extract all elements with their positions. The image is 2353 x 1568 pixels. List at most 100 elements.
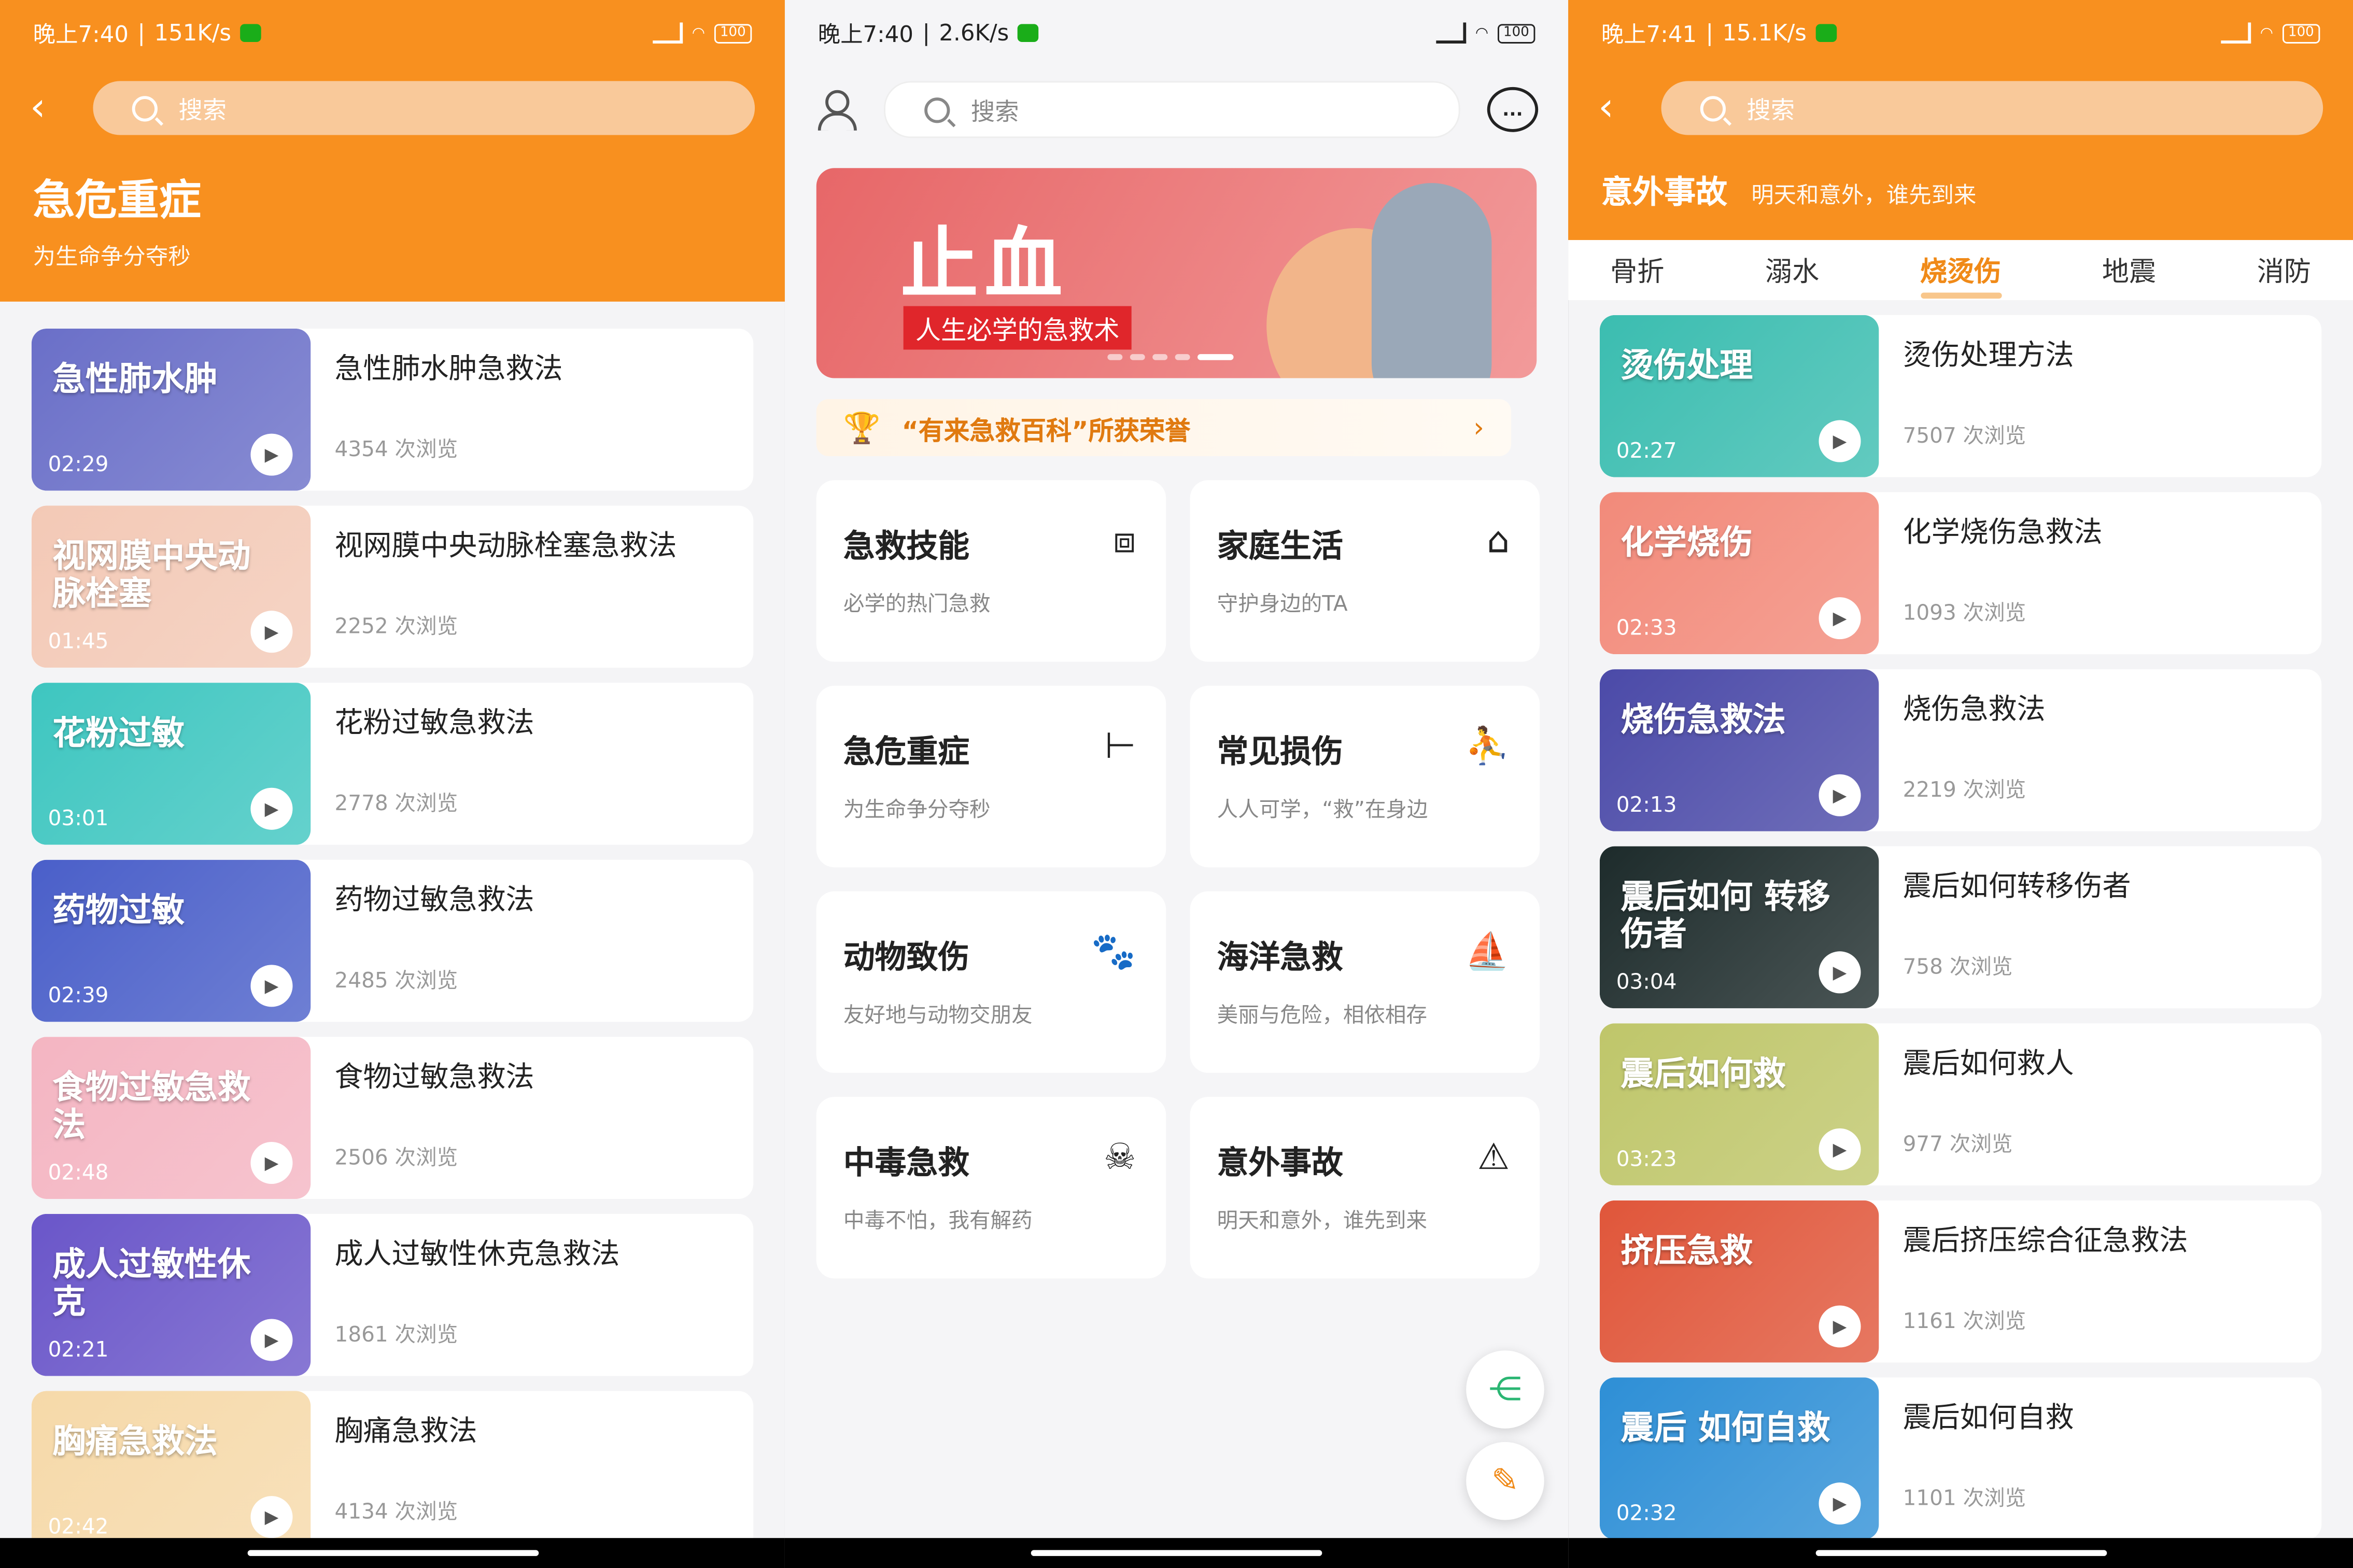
video-card[interactable]: 烧伤急救法 02:13 ▶ 烧伤急救法 2219 次浏览 xyxy=(1599,669,2322,831)
header: 晚上7:40 | 151K/s ◠ 100 ‹ 搜索 急危重症 为生命争分夺秒 xyxy=(0,0,785,302)
video-card[interactable]: 急性肺水肿 02:29 ▶ 急性肺水肿急救法 4354 次浏览 xyxy=(31,328,754,491)
video-thumbnail[interactable]: 食物过敏急救法 02:48 ▶ xyxy=(31,1037,311,1199)
thumbnail-title: 成人过敏性休克 xyxy=(52,1247,251,1323)
video-thumbnail[interactable]: 胸痛急救法 02:42 ▶ xyxy=(31,1391,311,1553)
category-card[interactable]: 家庭生活 守护身边的TA ⌂ xyxy=(1190,480,1540,662)
tab-1[interactable]: 溺水 xyxy=(1765,250,1819,289)
play-icon[interactable]: ▶ xyxy=(1819,951,1861,994)
category-card[interactable]: 海洋急救 美丽与危险，相依相存 ⛵ xyxy=(1190,891,1540,1073)
play-icon[interactable]: ▶ xyxy=(1819,420,1861,462)
search-icon xyxy=(1700,95,1726,121)
video-title[interactable]: 药物过敏急救法 xyxy=(335,878,729,918)
video-thumbnail[interactable]: 烧伤急救法 02:13 ▶ xyxy=(1599,669,1879,831)
video-card[interactable]: 食物过敏急救法 02:48 ▶ 食物过敏急救法 2506 次浏览 xyxy=(31,1037,754,1199)
video-card[interactable]: 药物过敏 02:39 ▶ 药物过敏急救法 2485 次浏览 xyxy=(31,859,754,1022)
video-card[interactable]: 烫伤处理 02:27 ▶ 烫伤处理方法 7507 次浏览 xyxy=(1599,315,2322,477)
category-title: 意外事故 xyxy=(1217,1145,1343,1181)
video-card[interactable]: 视网膜中央动脉栓塞 01:45 ▶ 视网膜中央动脉栓塞急救法 2252 次浏览 xyxy=(31,505,754,668)
video-title[interactable]: 胸痛急救法 xyxy=(335,1409,729,1449)
video-title[interactable]: 花粉过敏急救法 xyxy=(335,701,729,741)
play-icon[interactable]: ▶ xyxy=(1819,1305,1861,1348)
gesture-bar xyxy=(1568,1538,2353,1568)
video-card[interactable]: 化学烧伤 02:33 ▶ 化学烧伤急救法 1093 次浏览 xyxy=(1599,492,2322,655)
thumbnail-title: 震后如何救 xyxy=(1621,1056,1786,1094)
video-thumbnail[interactable]: 烫伤处理 02:27 ▶ xyxy=(1599,315,1879,477)
video-card[interactable]: 震后 如何自救 02:32 ▶ 震后如何自救 1101 次浏览 xyxy=(1599,1377,2322,1540)
video-thumbnail[interactable]: 震后 如何自救 02:32 ▶ xyxy=(1599,1377,1879,1540)
tab-2[interactable]: 烧烫伤 xyxy=(1920,250,2002,299)
video-title[interactable]: 震后如何转移伤者 xyxy=(1903,864,2298,905)
play-icon[interactable]: ▶ xyxy=(1819,1128,1861,1170)
category-card[interactable]: 中毒急救 中毒不怕，我有解药 ☠ xyxy=(816,1097,1166,1279)
share-button[interactable]: ⋲ xyxy=(1466,1350,1544,1429)
play-icon[interactable]: ▶ xyxy=(1819,597,1861,640)
play-icon[interactable]: ▶ xyxy=(250,787,293,830)
video-thumbnail[interactable]: 成人过敏性休克 02:21 ▶ xyxy=(31,1213,311,1376)
video-thumbnail[interactable]: 震后如何 转移伤者 03:04 ▶ xyxy=(1599,846,1879,1009)
play-icon[interactable]: ▶ xyxy=(250,433,293,476)
play-icon[interactable]: ▶ xyxy=(250,611,293,653)
tab-0[interactable]: 骨折 xyxy=(1610,250,1664,289)
feedback-button[interactable]: ✎ xyxy=(1466,1442,1544,1520)
back-icon[interactable]: ‹ xyxy=(30,89,66,128)
video-card[interactable]: 震后如何救 03:23 ▶ 震后如何救人 977 次浏览 xyxy=(1599,1023,2322,1185)
category-card[interactable]: 动物致伤 友好地与动物交朋友 🐾 xyxy=(816,891,1166,1073)
tab-4[interactable]: 消防 xyxy=(2257,250,2311,289)
video-card[interactable]: 胸痛急救法 02:42 ▶ 胸痛急救法 4134 次浏览 xyxy=(31,1391,754,1553)
search-input[interactable]: 搜索 xyxy=(1661,81,2323,135)
video-info: 急性肺水肿急救法 4354 次浏览 xyxy=(311,329,753,491)
video-title[interactable]: 急性肺水肿急救法 xyxy=(335,347,729,387)
play-icon[interactable]: ▶ xyxy=(1819,774,1861,816)
category-card[interactable]: 常见损伤 人人可学，“救”在身边 ⛹ xyxy=(1190,685,1540,868)
video-title[interactable]: 震后如何自救 xyxy=(1903,1395,2298,1436)
video-thumbnail[interactable]: 震后如何救 03:23 ▶ xyxy=(1599,1023,1879,1185)
search-input[interactable]: 搜索 xyxy=(93,81,755,135)
video-info: 震后如何转移伤者 758 次浏览 xyxy=(1879,846,2321,1009)
banner-carousel[interactable]: 止血 人生必学的急救术 xyxy=(816,168,1537,378)
profile-icon[interactable] xyxy=(815,89,857,131)
play-icon[interactable]: ▶ xyxy=(250,1319,293,1361)
search-input[interactable]: 搜索 xyxy=(884,81,1460,138)
panel-accidents: 晚上7:41 | 15.1K/s ◠ 100 ‹ 搜索 意外事故 明天和意外，谁先到来… xyxy=(1568,0,2353,1568)
play-icon[interactable]: ▶ xyxy=(1819,1482,1861,1525)
message-icon[interactable]: ... xyxy=(1487,87,1539,132)
video-info: 花粉过敏急救法 2778 次浏览 xyxy=(311,683,753,845)
video-duration: 02:33 xyxy=(1616,616,1677,641)
video-title[interactable]: 震后挤压综合征急救法 xyxy=(1903,1219,2298,1259)
video-title[interactable]: 震后如何救人 xyxy=(1903,1041,2298,1082)
thumbnail-title: 烫伤处理 xyxy=(1621,348,1753,386)
view-count: 4134 次浏览 xyxy=(334,1500,458,1525)
video-card[interactable]: 挤压急救 ▶ 震后挤压综合征急救法 1161 次浏览 xyxy=(1599,1200,2322,1363)
video-title[interactable]: 烧伤急救法 xyxy=(1903,687,2298,728)
video-thumbnail[interactable]: 花粉过敏 03:01 ▶ xyxy=(31,683,311,845)
play-icon[interactable]: ▶ xyxy=(250,1141,293,1184)
video-thumbnail[interactable]: 药物过敏 02:39 ▶ xyxy=(31,859,311,1022)
honor-banner[interactable]: 🏆 “有来急救百科”所获荣誉 › xyxy=(816,399,1512,457)
video-duration: 02:48 xyxy=(48,1161,109,1185)
play-icon[interactable]: ▶ xyxy=(250,965,293,1007)
video-title[interactable]: 视网膜中央动脉栓塞急救法 xyxy=(335,524,729,564)
video-thumbnail[interactable]: 挤压急救 ▶ xyxy=(1599,1200,1879,1363)
video-title[interactable]: 烫伤处理方法 xyxy=(1903,333,2298,374)
thumbnail-title: 花粉过敏 xyxy=(52,715,185,754)
video-card[interactable]: 花粉过敏 03:01 ▶ 花粉过敏急救法 2778 次浏览 xyxy=(31,683,754,845)
tab-3[interactable]: 地震 xyxy=(2102,250,2156,289)
category-title: 家庭生活 xyxy=(1217,528,1343,564)
video-title[interactable]: 成人过敏性休克急救法 xyxy=(335,1232,729,1273)
video-thumbnail[interactable]: 化学烧伤 02:33 ▶ xyxy=(1599,492,1879,655)
video-thumbnail[interactable]: 视网膜中央动脉栓塞 01:45 ▶ xyxy=(31,505,311,668)
video-title[interactable]: 食物过敏急救法 xyxy=(335,1055,729,1095)
back-icon[interactable]: ‹ xyxy=(1598,89,1634,128)
video-thumbnail[interactable]: 急性肺水肿 02:29 ▶ xyxy=(31,328,311,491)
thumbnail-title: 急性肺水肿 xyxy=(52,361,218,400)
view-count: 7507 次浏览 xyxy=(1903,425,2026,449)
category-card[interactable]: 意外事故 明天和意外，谁先到来 ⚠ xyxy=(1190,1097,1540,1279)
wechat-icon xyxy=(240,24,261,43)
status-bar: 晚上7:41 | 15.1K/s ◠ 100 xyxy=(1568,0,2353,66)
video-title[interactable]: 化学烧伤急救法 xyxy=(1903,510,2298,550)
video-card[interactable]: 成人过敏性休克 02:21 ▶ 成人过敏性休克急救法 1861 次浏览 xyxy=(31,1213,754,1376)
category-card[interactable]: 急救技能 必学的热门急救 ⧈ xyxy=(816,480,1166,662)
play-icon[interactable]: ▶ xyxy=(250,1496,293,1538)
category-card[interactable]: 急危重症 为生命争分夺秒 ⊢ xyxy=(816,685,1166,868)
video-card[interactable]: 震后如何 转移伤者 03:04 ▶ 震后如何转移伤者 758 次浏览 xyxy=(1599,846,2322,1009)
